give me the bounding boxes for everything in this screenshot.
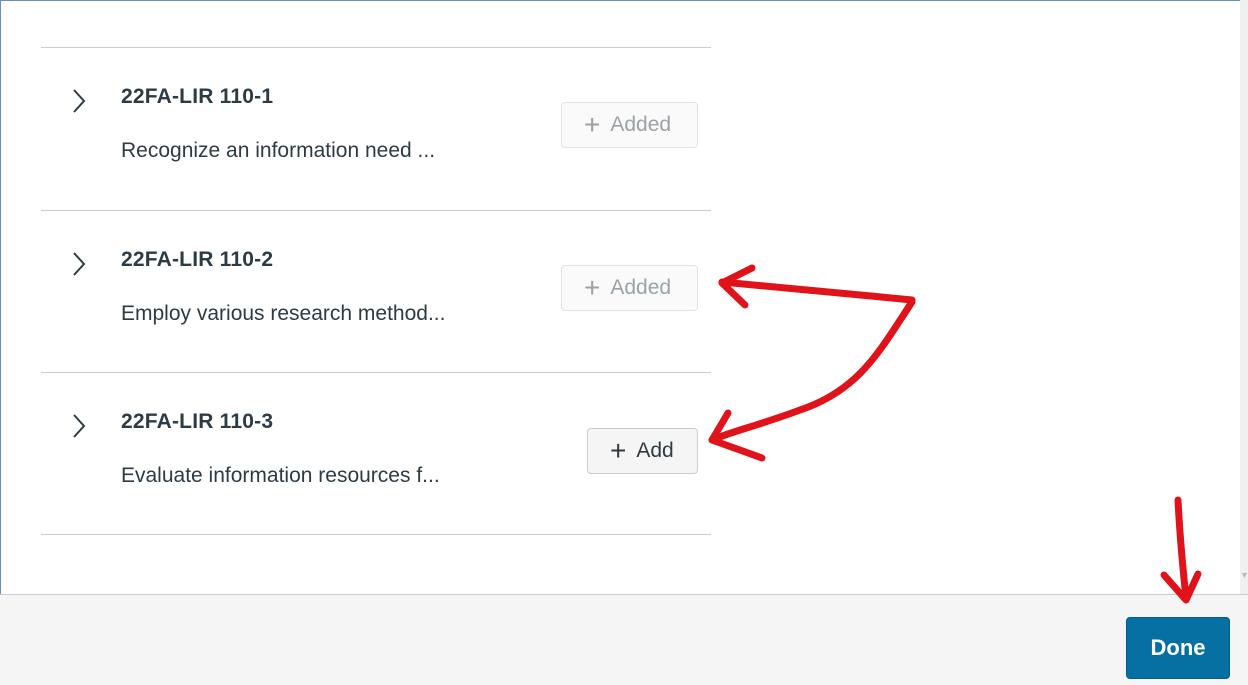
added-button[interactable]: + Added [561,265,698,311]
outcome-description: Employ various research method... [121,302,446,325]
outcome-row: 22FA-LIR 110-1 Recognize an information … [41,48,711,210]
chevron-right-icon[interactable] [69,86,89,116]
scrollbar[interactable] [1240,0,1248,594]
outcomes-list[interactable]: 22FA-LIR 110-1 Recognize an information … [1,1,1241,595]
outcome-title: 22FA-LIR 110-3 [121,410,274,433]
chevron-right-icon[interactable] [69,249,89,279]
button-label: Add [636,439,674,462]
divider [41,534,711,535]
button-label: Added [610,113,672,136]
outcome-title: 22FA-LIR 110-2 [121,248,274,271]
plus-icon: + [584,109,601,140]
outcome-description: Recognize an information need ... [121,139,436,162]
outcome-row: 22FA-LIR 110-3 Evaluate information reso… [41,373,711,535]
plus-icon: + [584,272,601,303]
chevron-right-icon[interactable] [69,411,89,441]
modal-footer: Done [0,594,1248,685]
outcomes-modal: 22FA-LIR 110-1 Recognize an information … [0,0,1240,685]
add-button[interactable]: + Add [587,428,698,474]
plus-icon: + [610,435,627,466]
outcome-row: 22FA-LIR 110-2 Employ various research m… [41,211,711,373]
outcome-description: Evaluate information resources f... [121,464,440,487]
done-button[interactable]: Done [1126,617,1230,679]
button-label: Added [610,276,672,299]
scroll-down-icon[interactable]: ▼ [1240,570,1248,586]
added-button[interactable]: + Added [561,102,698,148]
outcome-title: 22FA-LIR 110-1 [121,85,274,108]
